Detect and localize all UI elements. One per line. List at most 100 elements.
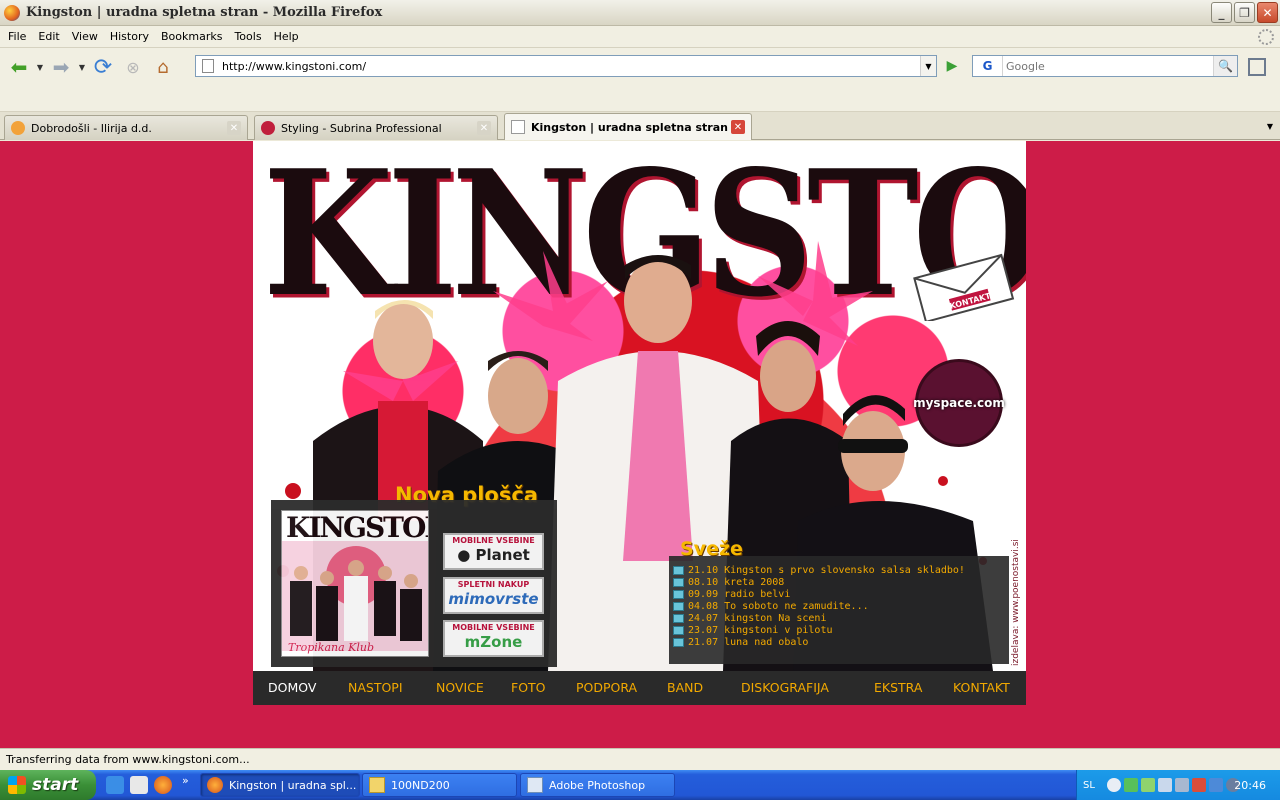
news-item[interactable]: 21.10 Kingston s prvo slovensko salsa sk… xyxy=(673,564,965,576)
tab-styling[interactable]: Styling - Subrina Professional ✕ xyxy=(254,115,498,140)
news-list: 21.10 Kingston s prvo slovensko salsa sk… xyxy=(673,564,965,648)
news-text: 04.08 To soboto ne zamudite... xyxy=(688,600,869,612)
nav-podpora[interactable]: PODPORA xyxy=(576,680,637,695)
photoshop-icon xyxy=(527,777,543,793)
news-item[interactable]: 24.07 kingston Na sceni xyxy=(673,612,965,624)
menu-help[interactable]: Help xyxy=(268,30,305,43)
mzone-promo-button[interactable]: MOBILNE VSEBINE mZone xyxy=(443,620,544,657)
tray-network-icon[interactable] xyxy=(1157,778,1172,792)
minimize-button[interactable]: _ xyxy=(1211,2,1232,23)
taskbar-photoshop-button[interactable]: Adobe Photoshop xyxy=(520,773,675,797)
contact-envelope-icon[interactable]: KONTAKT xyxy=(908,251,1018,321)
planet-promo-button[interactable]: MOBILNE VSEBINE ● Planet xyxy=(443,533,544,570)
nav-nastopi[interactable]: NASTOPI xyxy=(348,680,403,695)
tray-monitor-icon[interactable] xyxy=(1174,778,1189,792)
taskbar-firefox-button[interactable]: Kingston | uradna spl... xyxy=(200,773,360,797)
news-text: 09.09 radio belvi xyxy=(688,588,791,600)
tray-database-icon[interactable] xyxy=(1208,778,1223,792)
url-text[interactable]: http://www.kingstoni.com/ xyxy=(222,60,920,73)
nav-kontakt[interactable]: KONTAKT xyxy=(953,680,1010,695)
camera-icon xyxy=(673,577,684,587)
ie-icon[interactable] xyxy=(106,776,124,794)
back-button[interactable]: ⬅ xyxy=(4,53,34,81)
close-window-button[interactable]: ✕ xyxy=(1257,2,1278,23)
quick-launch-more-icon[interactable]: » xyxy=(182,774,189,787)
forward-button[interactable]: ➡ xyxy=(46,53,76,81)
tab-close-icon[interactable]: ✕ xyxy=(227,121,241,135)
news-icon xyxy=(673,613,684,623)
go-button[interactable]: ▶ xyxy=(942,57,962,75)
tab-close-icon[interactable]: ✕ xyxy=(731,120,745,134)
menu-edit[interactable]: Edit xyxy=(32,30,65,43)
album-cover-subtitle: Tropikana Klub xyxy=(288,641,375,654)
page-content: KINGSTON xyxy=(0,141,1280,748)
maximize-button[interactable]: ❐ xyxy=(1234,2,1255,23)
promo-brand: mZone xyxy=(464,633,523,651)
tray-check-icon[interactable] xyxy=(1123,778,1138,792)
tray-back-arrow-icon[interactable] xyxy=(1106,778,1121,792)
news-item[interactable]: 21.07 luna nad obalo xyxy=(673,636,965,648)
menu-bookmarks[interactable]: Bookmarks xyxy=(155,30,228,43)
window-titlebar: Kingston | uradna spletna stran - Mozill… xyxy=(0,0,1280,26)
nav-foto[interactable]: FOTO xyxy=(511,680,546,695)
window-controls: _ ❐ ✕ xyxy=(1211,2,1278,23)
quick-launch xyxy=(106,776,172,794)
myspace-badge[interactable]: myspace.com xyxy=(913,359,1005,447)
home-button[interactable]: ⌂ xyxy=(148,53,178,81)
task-label: Kingston | uradna spl... xyxy=(229,778,357,792)
menu-file[interactable]: File xyxy=(2,30,32,43)
news-item[interactable]: 08.10 kreta 2008 xyxy=(673,576,965,588)
status-text: Transferring data from www.kingstoni.com… xyxy=(6,753,250,766)
tray-network-error-icon[interactable] xyxy=(1191,778,1206,792)
nav-ekstra[interactable]: EKSTRA xyxy=(874,680,922,695)
tab-kingston[interactable]: Kingston | uradna spletna stran ✕ xyxy=(504,113,752,140)
url-history-dropdown[interactable]: ▼ xyxy=(920,56,936,76)
language-indicator[interactable]: SL xyxy=(1083,780,1095,791)
news-item[interactable]: 04.08 To soboto ne zamudite... xyxy=(673,600,965,612)
search-bar: G 🔍 xyxy=(972,55,1238,77)
promo-caption: SPLETNI NAKUP xyxy=(445,580,542,589)
nav-diskografija[interactable]: DISKOGRAFIJA xyxy=(741,680,829,695)
tab-label: Kingston | uradna spletna stran xyxy=(531,120,728,134)
outlook-icon[interactable] xyxy=(130,776,148,794)
google-engine-icon[interactable]: G xyxy=(973,56,1003,76)
firefox-quicklaunch-icon[interactable] xyxy=(154,776,172,794)
start-button[interactable]: start xyxy=(0,770,96,800)
hero-banner: KINGSTON xyxy=(253,141,1026,671)
tab-list-button[interactable]: ▼ xyxy=(1262,116,1278,136)
promo-brand: mimovrste xyxy=(448,590,539,608)
mimovrste-promo-button[interactable]: SPLETNI NAKUP mimovrste xyxy=(443,577,544,614)
url-bar[interactable]: http://www.kingstoni.com/ ▼ xyxy=(195,55,937,77)
throbber-icon xyxy=(1258,29,1274,45)
tab-ilirija[interactable]: Dobrodošli - Ilirija d.d. ✕ xyxy=(4,115,248,140)
tray-chat-icon[interactable] xyxy=(1140,778,1155,792)
news-item[interactable]: 23.07 kingstoni v pilotu xyxy=(673,624,965,636)
forward-history-dropdown[interactable]: ▼ xyxy=(76,53,88,81)
bookmarks-toolbar xyxy=(0,86,1280,112)
task-label: Adobe Photoshop xyxy=(549,778,646,792)
myspace-label: myspace.com xyxy=(913,396,1005,410)
nav-band[interactable]: BAND xyxy=(667,680,703,695)
back-history-dropdown[interactable]: ▼ xyxy=(34,53,46,81)
news-icon xyxy=(673,565,684,575)
news-item[interactable]: 09.09 radio belvi xyxy=(673,588,965,600)
tab-close-icon[interactable]: ✕ xyxy=(477,121,491,135)
search-input[interactable] xyxy=(1003,59,1213,73)
album-panel: KINGSTON Tropikan xyxy=(271,500,557,667)
search-icon[interactable]: 🔍 xyxy=(1213,56,1237,76)
navigation-toolbar: ⬅ ▼ ➡ ▼ ⟳ ⊗ ⌂ http://www.kingstoni.com/ … xyxy=(0,48,1280,86)
window-icon[interactable] xyxy=(1248,58,1266,76)
menu-tools[interactable]: Tools xyxy=(228,30,267,43)
nav-novice[interactable]: NOVICE xyxy=(436,680,484,695)
window-title: Kingston | uradna spletna stran - Mozill… xyxy=(26,5,383,20)
credit-text[interactable]: izdelava: www.poenostavi.si xyxy=(1011,516,1025,666)
taskbar-folder-button[interactable]: 100ND200 xyxy=(362,773,517,797)
promo-caption: MOBILNE VSEBINE xyxy=(445,536,542,545)
menu-view[interactable]: View xyxy=(66,30,104,43)
album-cover[interactable]: KINGSTON Tropikan xyxy=(281,510,429,657)
stop-button[interactable]: ⊗ xyxy=(118,53,148,81)
nav-domov[interactable]: DOMOV xyxy=(268,680,316,695)
menu-history[interactable]: History xyxy=(104,30,155,43)
reload-button[interactable]: ⟳ xyxy=(88,53,118,81)
windows-taskbar: start » Kingston | uradna spl... 100ND20… xyxy=(0,770,1280,800)
